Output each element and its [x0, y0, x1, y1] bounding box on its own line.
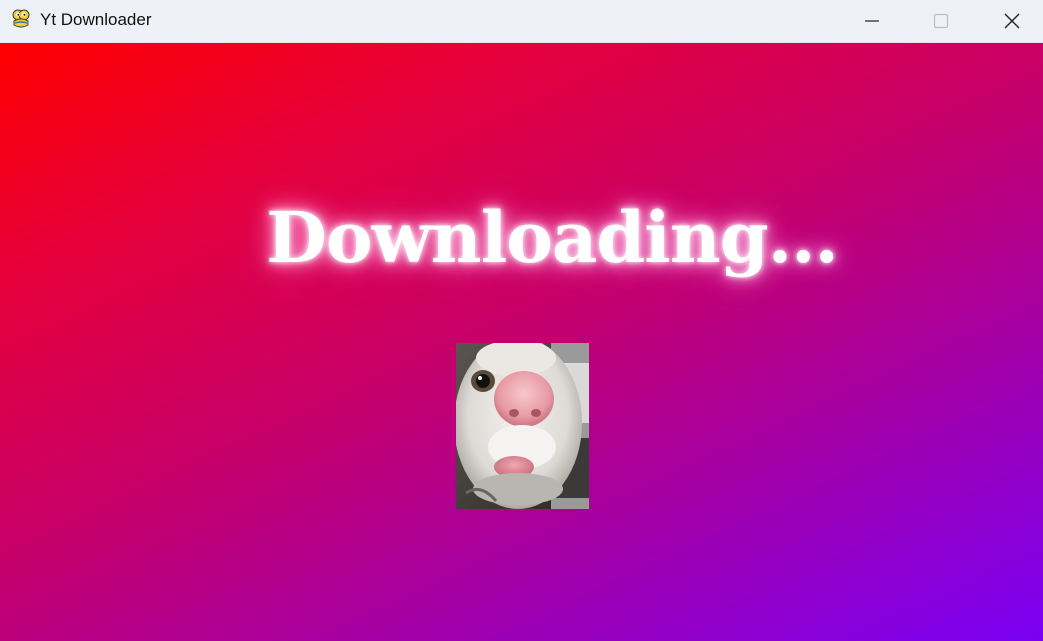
close-icon	[1004, 13, 1020, 29]
close-button[interactable]	[989, 0, 1035, 42]
python-snake-icon	[12, 9, 30, 28]
title-bar[interactable]: Yt Downloader	[0, 0, 1043, 43]
downloading-status-text: Downloading...	[266, 196, 839, 279]
minimize-button[interactable]	[849, 0, 895, 42]
download-screen: Downloading...	[0, 43, 1043, 641]
maximize-icon	[933, 13, 949, 29]
minimize-icon	[865, 20, 879, 22]
app-window: Yt Downloader Downloading...	[0, 0, 1043, 641]
window-title: Yt Downloader	[40, 10, 152, 29]
maximize-button[interactable]	[918, 0, 964, 42]
cat-closeup-image	[456, 343, 589, 509]
